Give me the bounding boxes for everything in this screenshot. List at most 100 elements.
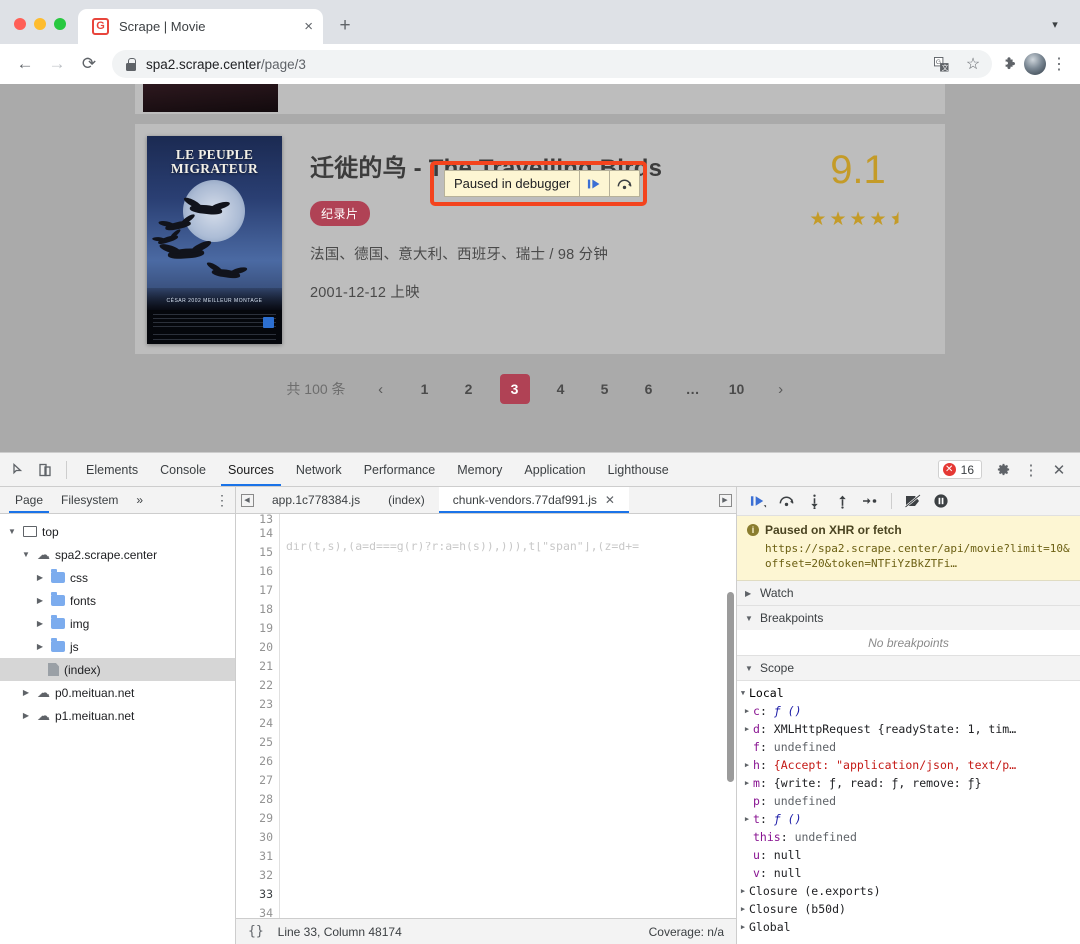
tree-node-index[interactable]: (index) [0,658,235,681]
step-out-icon[interactable] [829,489,855,513]
tree-node-css[interactable]: ▶ css [0,566,235,589]
tree-node-spa2-scrape-center[interactable]: ▼ ☁ spa2.scrape.center [0,543,235,566]
pagination-page-2[interactable]: 2 [456,376,482,402]
address-bar[interactable]: spa2.scrape.center/page/3 G文 ☆ [112,50,992,78]
devtools-close-icon[interactable]: ✕ [1046,457,1072,483]
editor-vertical-scrollbar[interactable] [727,592,734,782]
pagination-next-button[interactable]: › [768,376,794,402]
devtools-tab-application[interactable]: Application [513,453,596,486]
scope-entry-d[interactable]: ▶ d: XMLHttpRequest {readyState: 1, tim… [737,720,1080,738]
devtools-tab-console[interactable]: Console [149,453,217,486]
editor-tab-index[interactable]: (index) [374,487,439,513]
devtools-tab-memory[interactable]: Memory [446,453,513,486]
error-count-badge[interactable]: ✕ 16 [937,460,982,479]
watch-section-header[interactable]: ▶ Watch [737,581,1080,605]
tree-twisty[interactable]: ▶ [34,642,46,651]
editor-scroll-left-button[interactable]: ◀ [236,487,258,513]
tree-twisty[interactable]: ▶ [20,711,32,720]
chevron-right-icon[interactable]: ▶ [741,774,753,792]
pause-on-exceptions-icon[interactable] [928,489,954,513]
pagination-page-10[interactable]: 10 [724,376,750,402]
tree-node-top[interactable]: ▼ top [0,520,235,543]
tree-twisty[interactable]: ▼ [6,527,18,536]
devtools-tab-performance[interactable]: Performance [353,453,447,486]
new-tab-button[interactable]: + [331,12,359,40]
window-controls[interactable] [0,18,78,44]
navigator-overflow-icon[interactable]: » [127,487,152,513]
minimize-window-button[interactable] [34,18,46,30]
scope-entry-m[interactable]: ▶ m: {write: ƒ, read: ƒ, remove: ƒ} [737,774,1080,792]
tree-twisty[interactable]: ▼ [20,550,32,559]
close-window-button[interactable] [14,18,26,30]
tab-search-chevron-down-icon[interactable]: ▾ [1046,15,1064,33]
devtools-tab-sources[interactable]: Sources [217,453,285,486]
devtools-more-icon[interactable]: ⋮ [1018,457,1044,483]
editor-tab-close-icon[interactable]: ✕ [605,493,615,507]
chevron-right-icon[interactable]: ▶ [737,918,749,936]
code-area[interactable]: 13 14 15 16 17 18 19 20 21 22 23 24 25 2… [236,514,736,918]
editor-tab-app-js[interactable]: app.1c778384.js [258,487,374,513]
editor-scroll-right-button[interactable]: ▶ [714,487,736,513]
banner-resume-icon[interactable] [579,171,609,196]
pagination-page-1[interactable]: 1 [412,376,438,402]
devtools-settings-gear-icon[interactable] [990,457,1016,483]
reload-button[interactable]: ⟳ [74,49,104,79]
tree-twisty[interactable]: ▶ [20,688,32,697]
tree-node-p1-meituan[interactable]: ▶ ☁ p1.meituan.net [0,704,235,727]
chevron-right-icon[interactable]: ▶ [737,882,749,900]
navigator-more-icon[interactable]: ⋮ [215,492,235,509]
bookmark-star-icon[interactable]: ☆ [962,53,984,75]
chevron-right-icon[interactable]: ▶ [741,810,753,828]
scope-section-header[interactable]: ▼ Scope [737,656,1080,680]
scope-entry-c[interactable]: ▶ c: ƒ () [737,702,1080,720]
scope-local-header[interactable]: ▼ Local [737,684,1080,702]
browser-tab[interactable]: G Scrape | Movie × [78,9,323,44]
scope-closure-b50d[interactable]: ▶ Closure (b50d) [737,900,1080,918]
pagination-prev-button[interactable]: ‹ [368,376,394,402]
tree-node-js[interactable]: ▶ js [0,635,235,658]
breakpoints-section-header[interactable]: ▼ Breakpoints [737,606,1080,630]
banner-step-over-icon[interactable] [609,171,639,196]
pagination-page-5[interactable]: 5 [592,376,618,402]
step-into-icon[interactable] [801,489,827,513]
device-toolbar-toggle-icon[interactable] [32,457,58,483]
pretty-print-icon[interactable]: {} [248,924,264,939]
pagination-ellipsis[interactable]: … [680,376,706,402]
close-tab-button[interactable]: × [304,19,313,34]
tree-twisty[interactable]: ▶ [34,619,46,628]
step-icon[interactable] [857,489,883,513]
inspect-element-icon[interactable] [6,457,32,483]
navigator-tab-page[interactable]: Page [6,487,52,513]
devtools-tab-elements[interactable]: Elements [75,453,149,486]
devtools-tab-lighthouse[interactable]: Lighthouse [597,453,680,486]
deactivate-breakpoints-icon[interactable] [900,489,926,513]
scope-entry-t[interactable]: ▶ t: ƒ () [737,810,1080,828]
chevron-right-icon[interactable]: ▶ [741,720,753,738]
scope-global[interactable]: ▶ Global [737,918,1080,936]
tree-node-p0-meituan[interactable]: ▶ ☁ p0.meituan.net [0,681,235,704]
movie-card[interactable]: LE PEUPLE MIGRATEUR CÉSAR 2002 MEILLEUR … [135,124,945,354]
navigator-tab-filesystem[interactable]: Filesystem [52,487,127,513]
maximize-window-button[interactable] [54,18,66,30]
resume-icon[interactable] [745,489,771,513]
tree-twisty[interactable]: ▶ [34,573,46,582]
chevron-right-icon[interactable]: ▶ [741,756,753,774]
forward-button[interactable]: → [42,49,72,79]
chevron-right-icon[interactable]: ▶ [741,702,753,720]
tree-node-fonts[interactable]: ▶ fonts [0,589,235,612]
scope-entry-h[interactable]: ▶ h: {Accept: "application/json, text/p… [737,756,1080,774]
code-lines[interactable]: dir(t,s),(a=d===g(r)?r:a=h(s)),))),t["sp… [280,514,736,918]
tree-twisty[interactable]: ▶ [34,596,46,605]
profile-avatar[interactable] [1024,53,1046,75]
editor-tab-chunk-vendors-js[interactable]: chunk-vendors.77daf991.js ✕ [438,487,630,513]
tree-node-img[interactable]: ▶ img [0,612,235,635]
pagination-page-4[interactable]: 4 [548,376,574,402]
back-button[interactable]: ← [10,49,40,79]
pagination-page-6[interactable]: 6 [636,376,662,402]
chevron-right-icon[interactable]: ▶ [737,900,749,918]
devtools-tab-network[interactable]: Network [285,453,353,486]
step-over-icon[interactable] [773,489,799,513]
translate-icon[interactable]: G文 [930,53,952,75]
pagination-page-3-active[interactable]: 3 [499,374,530,404]
scope-closure-exports[interactable]: ▶ Closure (e.exports) [737,882,1080,900]
